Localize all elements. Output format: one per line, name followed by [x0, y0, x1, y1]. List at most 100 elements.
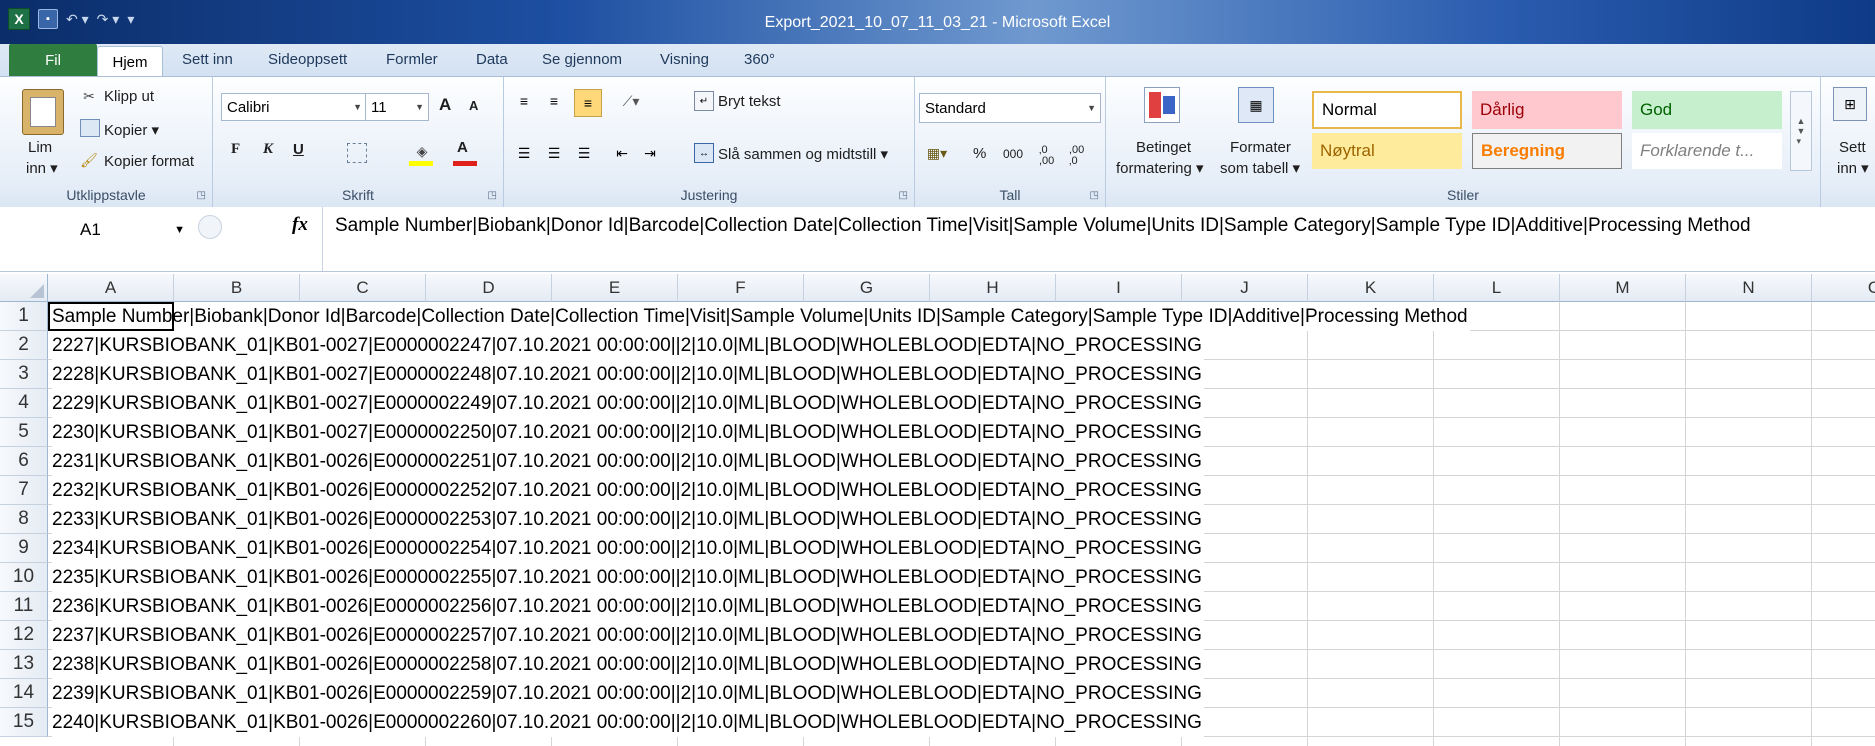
- tab-file[interactable]: Fil: [9, 44, 97, 76]
- row-header-15[interactable]: 15: [0, 708, 48, 737]
- underline-button[interactable]: U: [293, 141, 304, 158]
- column-header-o[interactable]: O: [1812, 274, 1875, 302]
- row-header-11[interactable]: 11: [0, 592, 48, 621]
- name-box[interactable]: A1 ▼: [10, 212, 193, 248]
- increase-indent-icon[interactable]: ⇥: [640, 143, 660, 163]
- cell-a14[interactable]: 2239|KURSBIOBANK_01|KB01-0026|E000000225…: [52, 679, 1204, 708]
- font-size-dropdown[interactable]: 11 ▼: [365, 93, 429, 121]
- style-explanatory[interactable]: Forklarende t...: [1632, 133, 1782, 169]
- style-calculation[interactable]: Beregning: [1472, 133, 1622, 169]
- cell-a8[interactable]: 2233|KURSBIOBANK_01|KB01-0026|E000000225…: [52, 505, 1204, 534]
- tab-hjem[interactable]: Hjem: [97, 46, 163, 77]
- style-neutral[interactable]: Nøytral: [1312, 133, 1462, 169]
- chevron-down-icon[interactable]: ▼: [174, 224, 185, 236]
- row-header-7[interactable]: 7: [0, 476, 48, 505]
- tab-se-gjennom[interactable]: Se gjennom: [542, 51, 622, 68]
- align-middle-icon[interactable]: ≡: [544, 91, 564, 111]
- row-header-10[interactable]: 10: [0, 563, 48, 592]
- cell-a1[interactable]: Sample Number|Biobank|Donor Id|Barcode|C…: [52, 302, 1470, 331]
- cell-a6[interactable]: 2231|KURSBIOBANK_01|KB01-0026|E000000225…: [52, 447, 1204, 476]
- cell-a11[interactable]: 2236|KURSBIOBANK_01|KB01-0026|E000000225…: [52, 592, 1204, 621]
- dialog-launcher-icon[interactable]: ◳: [488, 190, 497, 201]
- number-format-dropdown[interactable]: Standard ▼: [919, 93, 1101, 123]
- column-header-n[interactable]: N: [1686, 274, 1812, 302]
- tab-sideoppsett[interactable]: Sideoppsett: [268, 51, 347, 68]
- format-as-table-label-1[interactable]: Formater: [1230, 139, 1291, 156]
- cell-a10[interactable]: 2235|KURSBIOBANK_01|KB01-0026|E000000225…: [52, 563, 1204, 592]
- column-header-c[interactable]: C: [300, 274, 426, 302]
- tab-sett-inn[interactable]: Sett inn: [182, 51, 233, 68]
- align-bottom-icon[interactable]: ≡: [574, 89, 602, 117]
- column-header-d[interactable]: D: [426, 274, 552, 302]
- fill-color-icon[interactable]: ◈: [409, 139, 435, 163]
- column-header-b[interactable]: B: [174, 274, 300, 302]
- formula-bar-resize-handle[interactable]: [198, 215, 222, 239]
- format-as-table-label-2[interactable]: som tabell ▾: [1220, 159, 1300, 177]
- bold-button[interactable]: F: [231, 141, 240, 158]
- insert-label-1[interactable]: Sett: [1839, 139, 1866, 156]
- cut-button[interactable]: Klipp ut: [104, 88, 154, 105]
- column-header-e[interactable]: E: [552, 274, 678, 302]
- row-header-1[interactable]: 1: [0, 302, 48, 331]
- row-header-12[interactable]: 12: [0, 621, 48, 650]
- tab-formler[interactable]: Formler: [386, 51, 438, 68]
- cell-a7[interactable]: 2232|KURSBIOBANK_01|KB01-0026|E000000225…: [52, 476, 1204, 505]
- dialog-launcher-icon[interactable]: ◳: [1090, 190, 1099, 201]
- formula-input[interactable]: Sample Number|Biobank|Donor Id|Barcode|C…: [322, 207, 1875, 271]
- cell-a13[interactable]: 2238|KURSBIOBANK_01|KB01-0026|E000000225…: [52, 650, 1204, 679]
- cell-a15[interactable]: 2240|KURSBIOBANK_01|KB01-0026|E000000226…: [52, 708, 1204, 737]
- cell-a3[interactable]: 2228|KURSBIOBANK_01|KB01-0027|E000000224…: [52, 360, 1204, 389]
- styles-scroll-icon[interactable]: ▲ ▼ ▾: [1790, 91, 1812, 171]
- tab-visning[interactable]: Visning: [660, 51, 709, 68]
- shrink-font-button[interactable]: A: [469, 98, 478, 113]
- decrease-decimal-button[interactable]: ,00 ‚0: [1069, 145, 1095, 167]
- row-header-5[interactable]: 5: [0, 418, 48, 447]
- column-header-a[interactable]: A: [48, 274, 174, 302]
- style-bad[interactable]: Dårlig: [1472, 91, 1622, 129]
- font-name-dropdown[interactable]: Calibri ▼: [221, 93, 367, 121]
- row-header-8[interactable]: 8: [0, 505, 48, 534]
- align-right-icon[interactable]: ☰: [574, 143, 594, 163]
- cell-a2[interactable]: 2227|KURSBIOBANK_01|KB01-0027|E000000224…: [52, 331, 1204, 360]
- style-normal[interactable]: Normal: [1312, 91, 1462, 129]
- column-header-l[interactable]: L: [1434, 274, 1560, 302]
- cell-a5[interactable]: 2230|KURSBIOBANK_01|KB01-0027|E000000225…: [52, 418, 1204, 447]
- row-header-3[interactable]: 3: [0, 360, 48, 389]
- border-icon[interactable]: [347, 143, 367, 163]
- conditional-formatting-label-1[interactable]: Betinget: [1136, 139, 1191, 156]
- paste-label-2[interactable]: inn ▾: [26, 159, 58, 177]
- decrease-indent-icon[interactable]: ⇤: [612, 143, 632, 163]
- cell-a4[interactable]: 2229|KURSBIOBANK_01|KB01-0027|E000000224…: [52, 389, 1204, 418]
- row-header-2[interactable]: 2: [0, 331, 48, 360]
- wrap-text-button[interactable]: Bryt tekst: [718, 93, 781, 110]
- merge-center-button[interactable]: Slå sammen og midtstill ▾: [718, 145, 888, 163]
- percent-button[interactable]: %: [973, 145, 986, 162]
- orientation-icon[interactable]: ⟋▾: [616, 91, 646, 111]
- paste-icon[interactable]: [22, 89, 64, 135]
- row-header-14[interactable]: 14: [0, 679, 48, 708]
- conditional-formatting-label-2[interactable]: formatering ▾: [1116, 159, 1204, 177]
- dialog-launcher-icon[interactable]: ◳: [197, 190, 206, 201]
- tab-360[interactable]: 360°: [744, 51, 775, 68]
- select-all-corner[interactable]: [0, 274, 48, 302]
- insert-function-icon[interactable]: fx: [292, 214, 308, 236]
- column-header-h[interactable]: H: [930, 274, 1056, 302]
- row-header-6[interactable]: 6: [0, 447, 48, 476]
- cell-a12[interactable]: 2237|KURSBIOBANK_01|KB01-0026|E000000225…: [52, 621, 1204, 650]
- insert-label-2[interactable]: inn ▾: [1837, 159, 1869, 177]
- currency-icon[interactable]: ▦▾: [923, 143, 951, 163]
- worksheet-grid[interactable]: A B C D E F G H I J K L M N O 1 Sample Number|Biobank|Do…: [0, 274, 1875, 746]
- row-header-4[interactable]: 4: [0, 389, 48, 418]
- increase-decimal-button[interactable]: ‚0 ,00: [1039, 145, 1065, 167]
- align-top-icon[interactable]: ≡: [514, 91, 534, 111]
- column-header-j[interactable]: J: [1182, 274, 1308, 302]
- column-header-m[interactable]: M: [1560, 274, 1686, 302]
- cell-a9[interactable]: 2234|KURSBIOBANK_01|KB01-0026|E000000225…: [52, 534, 1204, 563]
- font-color-icon[interactable]: A: [457, 139, 468, 156]
- thousands-button[interactable]: 000: [1003, 147, 1023, 161]
- dialog-launcher-icon[interactable]: ◳: [899, 190, 908, 201]
- tab-data[interactable]: Data: [476, 51, 508, 68]
- column-header-f[interactable]: F: [678, 274, 804, 302]
- paste-label-1[interactable]: Lim: [28, 139, 52, 156]
- column-header-g[interactable]: G: [804, 274, 930, 302]
